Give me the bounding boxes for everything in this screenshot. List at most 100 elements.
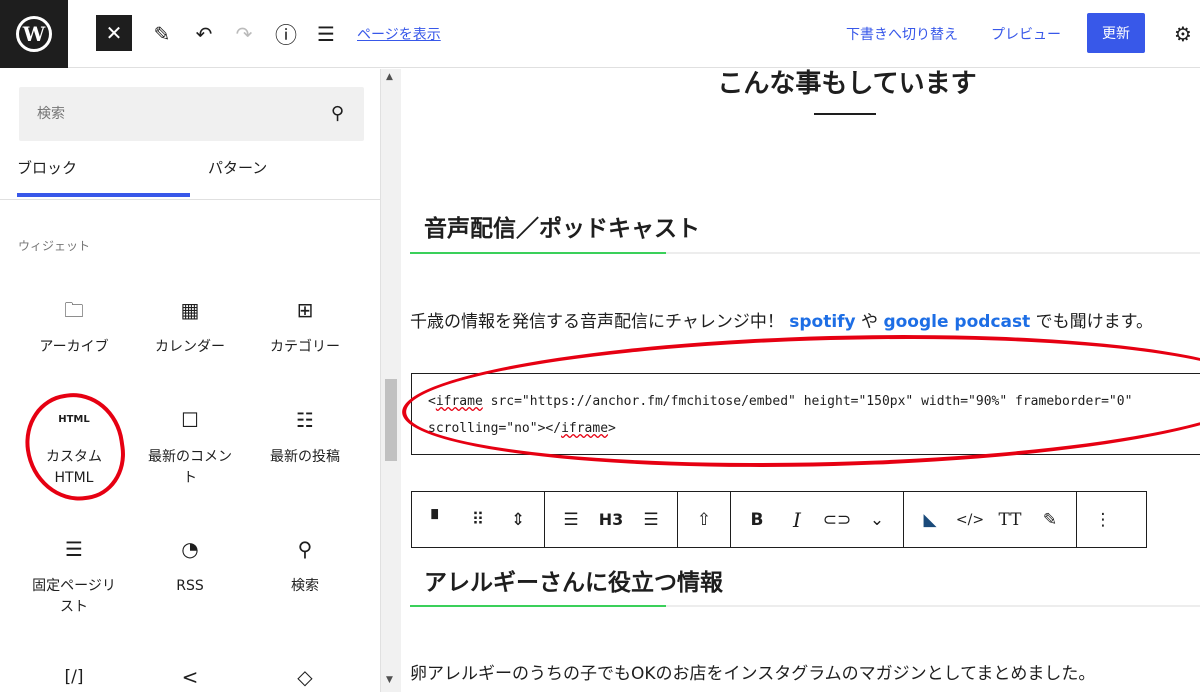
spotify-link[interactable]: spotify — [789, 312, 855, 332]
tab-blocks[interactable]: ブロック — [17, 157, 190, 197]
block-archives[interactable]: 🗀 アーカイブ — [18, 297, 130, 358]
google-podcast-link[interactable]: google podcast — [883, 312, 1030, 332]
drag-handle-icon[interactable]: ⠿ — [458, 500, 498, 540]
toolbar-group-format: B I ⊂⊃ ⌄ — [731, 492, 904, 547]
toolbar-group-toc: ⇧ — [678, 492, 731, 547]
toolbar-group-block: ▘ ⠿ ⇕ — [412, 492, 545, 547]
categories-icon: ⊞ — [296, 298, 314, 322]
pen-icon: ✎ — [153, 22, 171, 46]
sidebar-scrollbar[interactable]: ▲ ▼ — [381, 69, 401, 692]
more-options-icon[interactable]: ⋮ — [1083, 500, 1123, 540]
paragraph-allergy[interactable]: 卵アレルギーのうちの子でもOKのお店をインスタグラムのマガジンとしてまとめました… — [410, 659, 1095, 684]
block-social-icons[interactable]: < — [134, 664, 246, 690]
italic-button[interactable]: I — [777, 500, 817, 540]
search-icon: ⚲ — [297, 537, 313, 561]
chevron-down-icon[interactable]: ⌄ — [857, 500, 897, 540]
link-icon[interactable]: ⊂⊃ — [817, 500, 857, 540]
close-icon: ✕ — [105, 21, 123, 45]
section-heading[interactable]: こんな事もしています — [402, 69, 1200, 100]
toolbar-group-heading: ☰ H3 ☰ — [545, 492, 678, 547]
close-inserter-button[interactable]: ✕ — [96, 15, 132, 51]
block-label: 最新のコメント — [148, 449, 232, 486]
details-button[interactable]: ⓘ — [266, 14, 306, 54]
block-page-list[interactable]: ☰ 固定ページリスト — [18, 536, 130, 618]
rss-icon: ◔ — [181, 537, 199, 561]
block-toolbar: ▘ ⠿ ⇕ ☰ H3 ☰ ⇧ B I ⊂⊃ ⌄ ◣ </> TT ✎ ⋮ — [411, 491, 1147, 548]
tab-patterns[interactable]: パターン — [208, 157, 267, 197]
toolbar-group-extra: ◣ </> TT ✎ — [904, 492, 1077, 547]
bookmark-icon[interactable]: ▘ — [418, 500, 458, 540]
share-icon: < — [181, 665, 199, 689]
heading-podcast[interactable]: 音声配信／ポッドキャスト — [424, 209, 700, 243]
post-list-icon: ☷ — [296, 408, 314, 432]
toolbar-group-options: ⋮ — [1077, 492, 1129, 547]
toc-icon[interactable]: ⇧ — [684, 500, 724, 540]
category-title-widgets: ウィジェット — [18, 239, 91, 253]
preview-button[interactable]: プレビュー — [991, 24, 1061, 44]
undo-icon: ↶ — [195, 22, 213, 46]
block-rss[interactable]: ◔ RSS — [134, 536, 246, 597]
block-label: 最新の投稿 — [270, 449, 340, 465]
annotation-red-circle — [18, 386, 132, 508]
wordpress-logo[interactable]: W — [0, 0, 68, 68]
calendar-icon: ▦ — [180, 298, 200, 322]
align-icon[interactable]: ☰ — [551, 500, 591, 540]
update-button[interactable]: 更新 — [1087, 13, 1145, 53]
block-calendar[interactable]: ▦ カレンダー — [134, 297, 246, 358]
block-label: 固定ページリスト — [32, 578, 116, 615]
marker-icon[interactable]: ◣ — [910, 500, 950, 540]
block-label: RSS — [176, 578, 204, 594]
shortcode-icon: [/] — [64, 667, 84, 687]
block-label: カテゴリー — [270, 339, 340, 355]
paragraph-podcast[interactable]: 千歳の情報を発信する音声配信にチャレンジ中！ spotify や google … — [410, 307, 1153, 332]
tab-divider — [0, 199, 380, 200]
bold-button[interactable]: B — [737, 500, 777, 540]
editor-header: W ✕ ✎ ↶ ↷ ⓘ ☰ ページを表示 下書きへ切り替え プレビュー 更新 ⚙ — [0, 0, 1200, 68]
page-list-icon: ☰ — [65, 537, 83, 561]
heading-rule — [410, 605, 1200, 607]
gear-icon: ⚙ — [1174, 22, 1192, 46]
block-categories[interactable]: ⊞ カテゴリー — [249, 297, 361, 358]
search-icon[interactable]: ⚲ — [331, 103, 344, 124]
redo-icon: ↷ — [235, 22, 253, 46]
font-size-icon[interactable]: TT — [990, 500, 1030, 540]
editor-canvas: こんな事もしています 音声配信／ポッドキャスト 千歳の情報を発信する音声配信にチ… — [402, 69, 1200, 692]
redo-button[interactable]: ↷ — [224, 14, 264, 54]
block-latest-posts[interactable]: ☷ 最新の投稿 — [249, 407, 361, 468]
block-inserter-panel: ⚲ ブロック パターン ウィジェット 🗀 アーカイブ ▦ カレンダー ⊞ カテゴ… — [0, 69, 381, 692]
archive-icon: 🗀 — [64, 298, 84, 322]
block-label: カレンダー — [155, 339, 225, 355]
switch-to-draft-button[interactable]: 下書きへ切り替え — [846, 24, 958, 44]
info-icon: ⓘ — [274, 24, 297, 49]
block-tag-cloud[interactable]: ◇ — [249, 664, 361, 690]
block-search[interactable]: ⚲ 検索 — [249, 536, 361, 597]
comment-icon: ☐ — [181, 408, 199, 432]
wordpress-icon: W — [16, 16, 52, 52]
scroll-up-arrow-icon[interactable]: ▲ — [386, 72, 393, 82]
move-up-down-icon[interactable]: ⇕ — [498, 500, 538, 540]
heading-underline — [814, 113, 876, 115]
list-view-icon: ☰ — [317, 22, 335, 46]
block-label: アーカイブ — [39, 339, 109, 355]
text-align-icon[interactable]: ☰ — [631, 500, 671, 540]
block-search-input[interactable] — [19, 87, 319, 141]
heading-accent — [410, 605, 666, 607]
highlighter-icon[interactable]: ✎ — [1030, 500, 1070, 540]
block-latest-comments[interactable]: ☐ 最新のコメント — [134, 407, 246, 489]
paragraph-text: や — [855, 312, 884, 332]
paragraph-text: でも聞けます。 — [1030, 312, 1153, 332]
heading-level-button[interactable]: H3 — [591, 500, 631, 540]
view-page-link[interactable]: ページを表示 — [357, 24, 441, 44]
scroll-down-arrow-icon[interactable]: ▼ — [386, 675, 393, 685]
block-label: 検索 — [291, 578, 319, 594]
tag-icon: ◇ — [297, 665, 313, 689]
settings-button[interactable]: ⚙ — [1163, 14, 1200, 54]
code-icon[interactable]: </> — [950, 500, 990, 540]
scrollbar-thumb[interactable] — [385, 379, 397, 461]
block-shortcode[interactable]: [/] — [18, 664, 130, 690]
tools-button[interactable]: ✎ — [142, 14, 182, 54]
undo-button[interactable]: ↶ — [184, 14, 224, 54]
list-view-button[interactable]: ☰ — [306, 14, 346, 54]
heading-allergy[interactable]: アレルギーさんに役立つ情報 — [424, 563, 723, 597]
heading-rule — [410, 252, 1200, 254]
